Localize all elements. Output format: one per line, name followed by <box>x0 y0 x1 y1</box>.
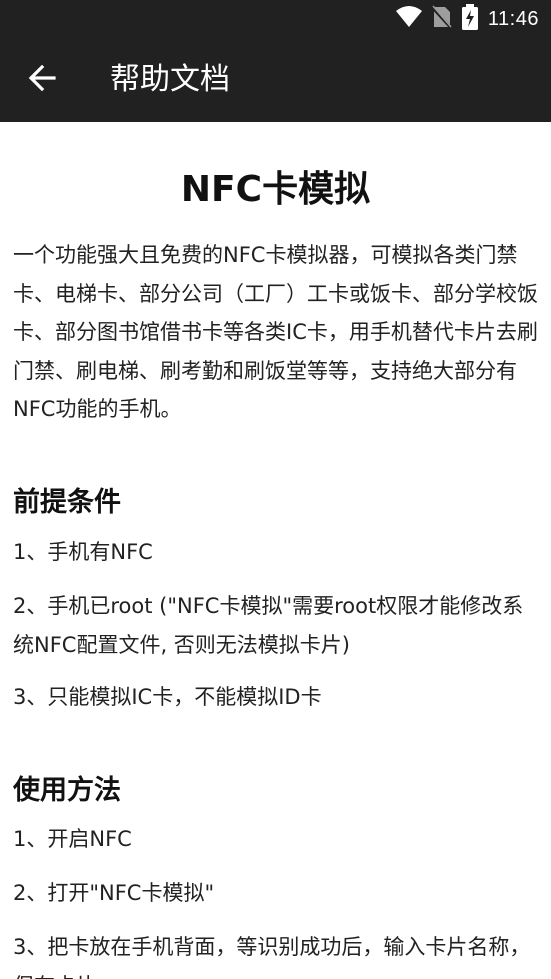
no-sim-icon <box>430 5 454 33</box>
status-bar: 11:46 <box>0 0 551 38</box>
status-icons: 11:46 <box>395 0 539 38</box>
prerequisite-item: 3、只能模拟IC卡，不能模拟ID卡 <box>13 685 322 709</box>
arrow-left-icon <box>28 64 56 96</box>
usage-item: 3、把卡放在手机背面，等识别成功后，输入卡片名称，保存卡片 <box>13 935 531 979</box>
usage-item: 2、打开"NFC卡模拟" <box>13 881 215 905</box>
intro-paragraph: 一个功能强大且免费的NFC卡模拟器，可模拟各类门禁卡、电梯卡、部分公司（工厂）工… <box>13 243 538 421</box>
back-button[interactable] <box>18 58 66 102</box>
status-time: 11:46 <box>487 7 539 30</box>
prerequisite-item: 2、手机已root ("NFC卡模拟"需要root权限才能修改系统NFC配置文件… <box>13 594 524 657</box>
battery-charging-icon <box>461 4 478 34</box>
usage-item: 1、开启NFC <box>13 827 132 851</box>
doc-title: NFC卡模拟 <box>180 169 371 210</box>
prerequisite-item: 1、手机有NFC <box>13 540 153 564</box>
help-content[interactable]: NFC卡模拟 一个功能强大且免费的NFC卡模拟器，可模拟各类门禁卡、电梯卡、部分… <box>0 122 551 979</box>
section-heading-usage: 使用方法 <box>13 775 121 806</box>
app-bar: 帮助文档 <box>0 38 551 122</box>
section-heading-prerequisites: 前提条件 <box>13 487 121 518</box>
wifi-icon <box>395 6 422 32</box>
app-title: 帮助文档 <box>110 62 230 97</box>
